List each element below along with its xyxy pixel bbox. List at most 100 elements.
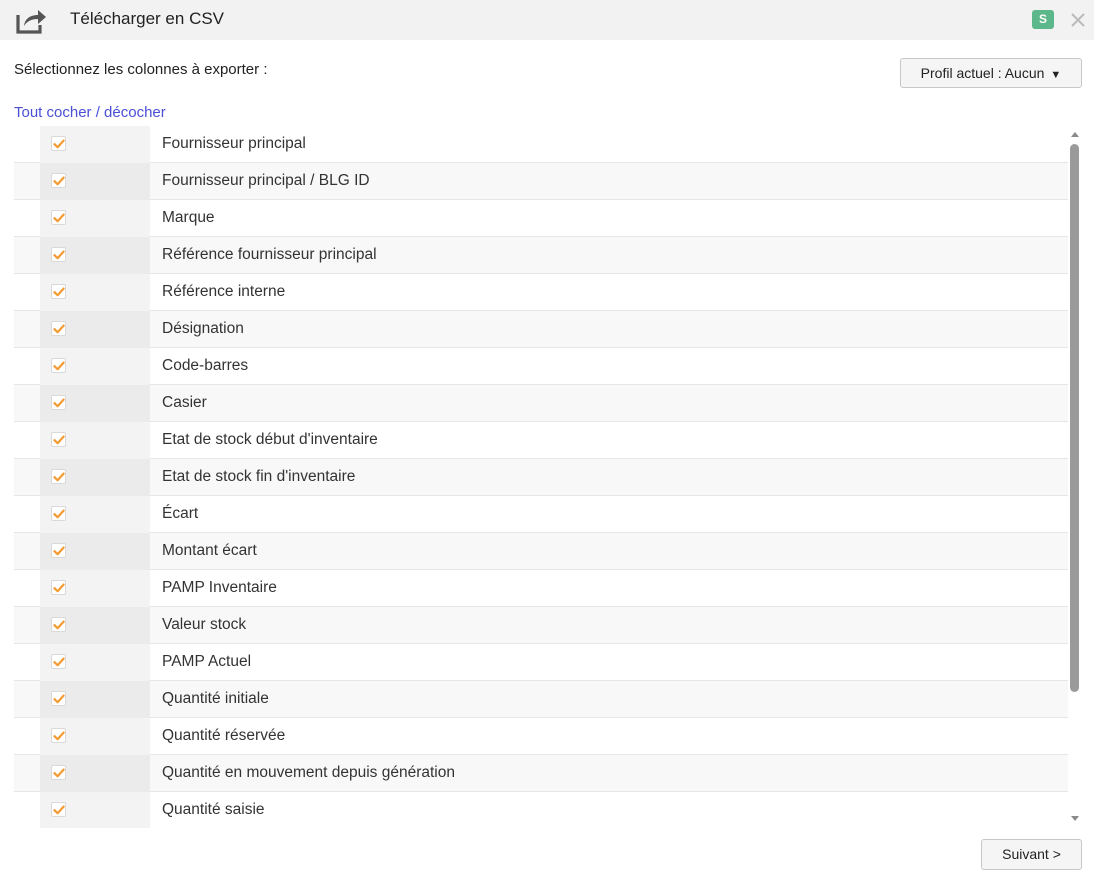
column-label: Montant écart — [162, 542, 257, 559]
column-label: Etat de stock début d'inventaire — [162, 431, 378, 448]
column-row: Etat de stock fin d'inventaire — [14, 459, 1068, 496]
column-row: Valeur stock — [14, 607, 1068, 644]
checkmark-icon — [53, 768, 65, 778]
checkmark-icon — [53, 657, 65, 667]
checkbox-cell — [40, 681, 150, 718]
column-row: Quantité initiale — [14, 681, 1068, 718]
checkbox-cell — [40, 792, 150, 828]
column-label: Fournisseur principal / BLG ID — [162, 172, 370, 189]
share-export-icon — [16, 6, 48, 34]
checkmark-icon — [53, 805, 65, 815]
checkbox-cell — [40, 459, 150, 496]
column-checkbox[interactable] — [51, 802, 66, 817]
dialog-header: Télécharger en CSV S — [0, 0, 1094, 40]
column-row: Code-barres — [14, 348, 1068, 385]
checkbox-cell — [40, 348, 150, 385]
checkbox-cell — [40, 126, 150, 163]
column-label: Quantité en mouvement depuis génération — [162, 764, 455, 781]
checkbox-cell — [40, 422, 150, 459]
column-row: Quantité en mouvement depuis génération — [14, 755, 1068, 792]
checkbox-cell — [40, 496, 150, 533]
column-checkbox[interactable] — [51, 432, 66, 447]
checkbox-cell — [40, 755, 150, 792]
scroll-up-arrow-icon[interactable] — [1071, 132, 1079, 137]
checkbox-cell — [40, 311, 150, 348]
column-label: Référence fournisseur principal — [162, 246, 377, 263]
checkbox-cell — [40, 644, 150, 681]
column-row: Marque — [14, 200, 1068, 237]
checkmark-icon — [53, 250, 65, 260]
column-row: Casier — [14, 385, 1068, 422]
status-badge[interactable]: S — [1032, 10, 1054, 29]
checkmark-icon — [53, 213, 65, 223]
checkmark-icon — [53, 583, 65, 593]
column-checkbox[interactable] — [51, 765, 66, 780]
column-checkbox[interactable] — [51, 173, 66, 188]
toggle-all-link[interactable]: Tout cocher / décocher — [14, 104, 166, 121]
column-label: Désignation — [162, 320, 244, 337]
checkmark-icon — [53, 398, 65, 408]
column-checkbox[interactable] — [51, 395, 66, 410]
column-checkbox[interactable] — [51, 247, 66, 262]
column-checkbox[interactable] — [51, 543, 66, 558]
column-row: Référence fournisseur principal — [14, 237, 1068, 274]
checkbox-cell — [40, 237, 150, 274]
column-checkbox[interactable] — [51, 617, 66, 632]
column-row: Écart — [14, 496, 1068, 533]
column-checkbox[interactable] — [51, 691, 66, 706]
checkbox-cell — [40, 163, 150, 200]
column-checkbox[interactable] — [51, 506, 66, 521]
column-row: Etat de stock début d'inventaire — [14, 422, 1068, 459]
checkmark-icon — [53, 620, 65, 630]
checkbox-cell — [40, 533, 150, 570]
next-button[interactable]: Suivant > — [981, 839, 1082, 870]
column-row: Référence interne — [14, 274, 1068, 311]
column-checkbox[interactable] — [51, 358, 66, 373]
column-checkbox[interactable] — [51, 321, 66, 336]
scroll-down-arrow-icon[interactable] — [1071, 816, 1079, 821]
column-label: Fournisseur principal — [162, 135, 306, 152]
column-checkbox[interactable] — [51, 284, 66, 299]
column-row: Fournisseur principal — [14, 126, 1068, 163]
column-label: Code-barres — [162, 357, 249, 374]
column-checkbox[interactable] — [51, 469, 66, 484]
column-checkbox[interactable] — [51, 580, 66, 595]
caret-down-icon: ▼ — [1050, 69, 1062, 81]
list-scrollbar[interactable] — [1068, 126, 1082, 828]
close-icon — [1071, 13, 1085, 27]
checkmark-icon — [53, 176, 65, 186]
column-row: Quantité saisie — [14, 792, 1068, 828]
checkbox-cell — [40, 274, 150, 311]
column-label: Quantité initiale — [162, 690, 269, 707]
column-row: Quantité réservée — [14, 718, 1068, 755]
checkmark-icon — [53, 361, 65, 371]
column-label: Écart — [162, 505, 199, 522]
checkmark-icon — [53, 694, 65, 704]
checkbox-cell — [40, 385, 150, 422]
close-button[interactable] — [1068, 8, 1088, 30]
checkmark-icon — [53, 472, 65, 482]
column-checkbox[interactable] — [51, 728, 66, 743]
column-label: Quantité réservée — [162, 727, 286, 744]
checkmark-icon — [53, 546, 65, 556]
column-label: PAMP Inventaire — [162, 579, 277, 596]
column-list: Fournisseur principal Fournisseur princip… — [14, 126, 1068, 828]
column-label: Etat de stock fin d'inventaire — [162, 468, 356, 485]
instruction-text: Sélectionnez les colonnes à exporter : — [14, 61, 268, 78]
column-checkbox[interactable] — [51, 136, 66, 151]
checkmark-icon — [53, 324, 65, 334]
column-label: Casier — [162, 394, 207, 411]
checkmark-icon — [53, 509, 65, 519]
column-label: Quantité saisie — [162, 801, 265, 818]
column-checkbox[interactable] — [51, 210, 66, 225]
checkbox-cell — [40, 718, 150, 755]
column-row: Désignation — [14, 311, 1068, 348]
column-row: Montant écart — [14, 533, 1068, 570]
column-row: PAMP Inventaire — [14, 570, 1068, 607]
column-label: Marque — [162, 209, 215, 226]
column-checkbox[interactable] — [51, 654, 66, 669]
scroll-thumb[interactable] — [1070, 144, 1079, 692]
column-row: PAMP Actuel — [14, 644, 1068, 681]
dialog-title: Télécharger en CSV — [70, 9, 225, 28]
profile-dropdown-button[interactable]: Profil actuel : Aucun ▼ — [900, 58, 1082, 88]
